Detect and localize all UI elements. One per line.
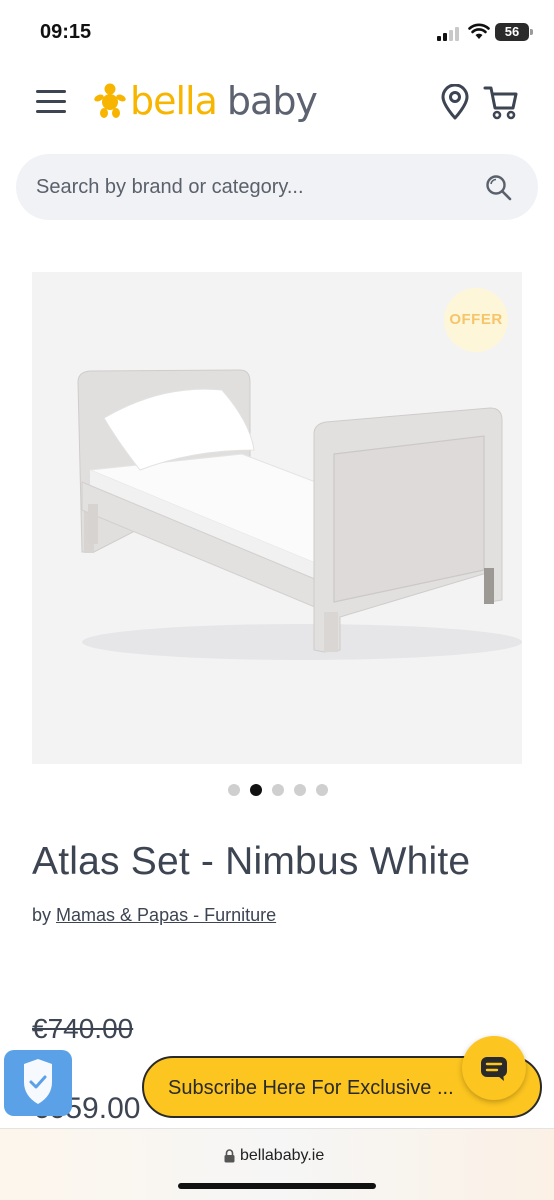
search-icon[interactable] <box>485 174 513 202</box>
carousel-dot[interactable] <box>294 784 306 796</box>
image-carousel-dots <box>228 784 328 796</box>
logo-text-bella: bella <box>130 79 218 123</box>
battery-tip <box>530 29 533 35</box>
store-location-icon[interactable] <box>440 84 470 120</box>
site-header: bella baby <box>0 64 554 144</box>
baby-figure-icon <box>94 83 126 118</box>
carousel-dot-active[interactable] <box>250 784 262 796</box>
chat-icon <box>481 1057 507 1081</box>
carousel-dot[interactable] <box>228 784 240 796</box>
original-price: €740.00 <box>32 1013 134 1044</box>
chat-button[interactable] <box>462 1036 526 1100</box>
search-input[interactable] <box>36 154 466 220</box>
search-bar <box>16 154 538 220</box>
product-image[interactable] <box>32 272 522 764</box>
wifi-icon <box>468 23 490 39</box>
brand-link[interactable]: Mamas & Papas - Furniture <box>56 905 276 925</box>
url-text: bellababy.ie <box>240 1147 325 1164</box>
lock-icon <box>224 1149 235 1163</box>
brand-line: by Mamas & Papas - Furniture <box>32 905 276 926</box>
browser-address-bar[interactable]: bellababy.ie <box>0 1128 554 1200</box>
status-time: 09:15 <box>40 21 92 43</box>
logo-text-baby: baby <box>226 79 318 123</box>
cellular-signal-icon <box>437 27 463 41</box>
bella-baby-logo[interactable]: bella baby <box>94 76 318 126</box>
security-shield-widget[interactable] <box>4 1050 72 1116</box>
product-title: Atlas Set - Nimbus White <box>32 840 471 883</box>
hamburger-menu-icon[interactable] <box>36 88 68 116</box>
offer-badge: OFFER <box>444 288 508 352</box>
shield-check-icon <box>24 1059 52 1104</box>
toddler-bed-image <box>77 369 522 660</box>
subscribe-text: Subscribe Here For Exclusive ... <box>168 1077 454 1099</box>
status-bar: 09:15 56 <box>0 0 554 64</box>
home-indicator <box>178 1183 376 1189</box>
shopping-cart-icon[interactable] <box>483 84 519 120</box>
brand-prefix: by <box>32 905 52 925</box>
battery-icon: 56 <box>495 23 529 41</box>
carousel-dot[interactable] <box>316 784 328 796</box>
carousel-dot[interactable] <box>272 784 284 796</box>
